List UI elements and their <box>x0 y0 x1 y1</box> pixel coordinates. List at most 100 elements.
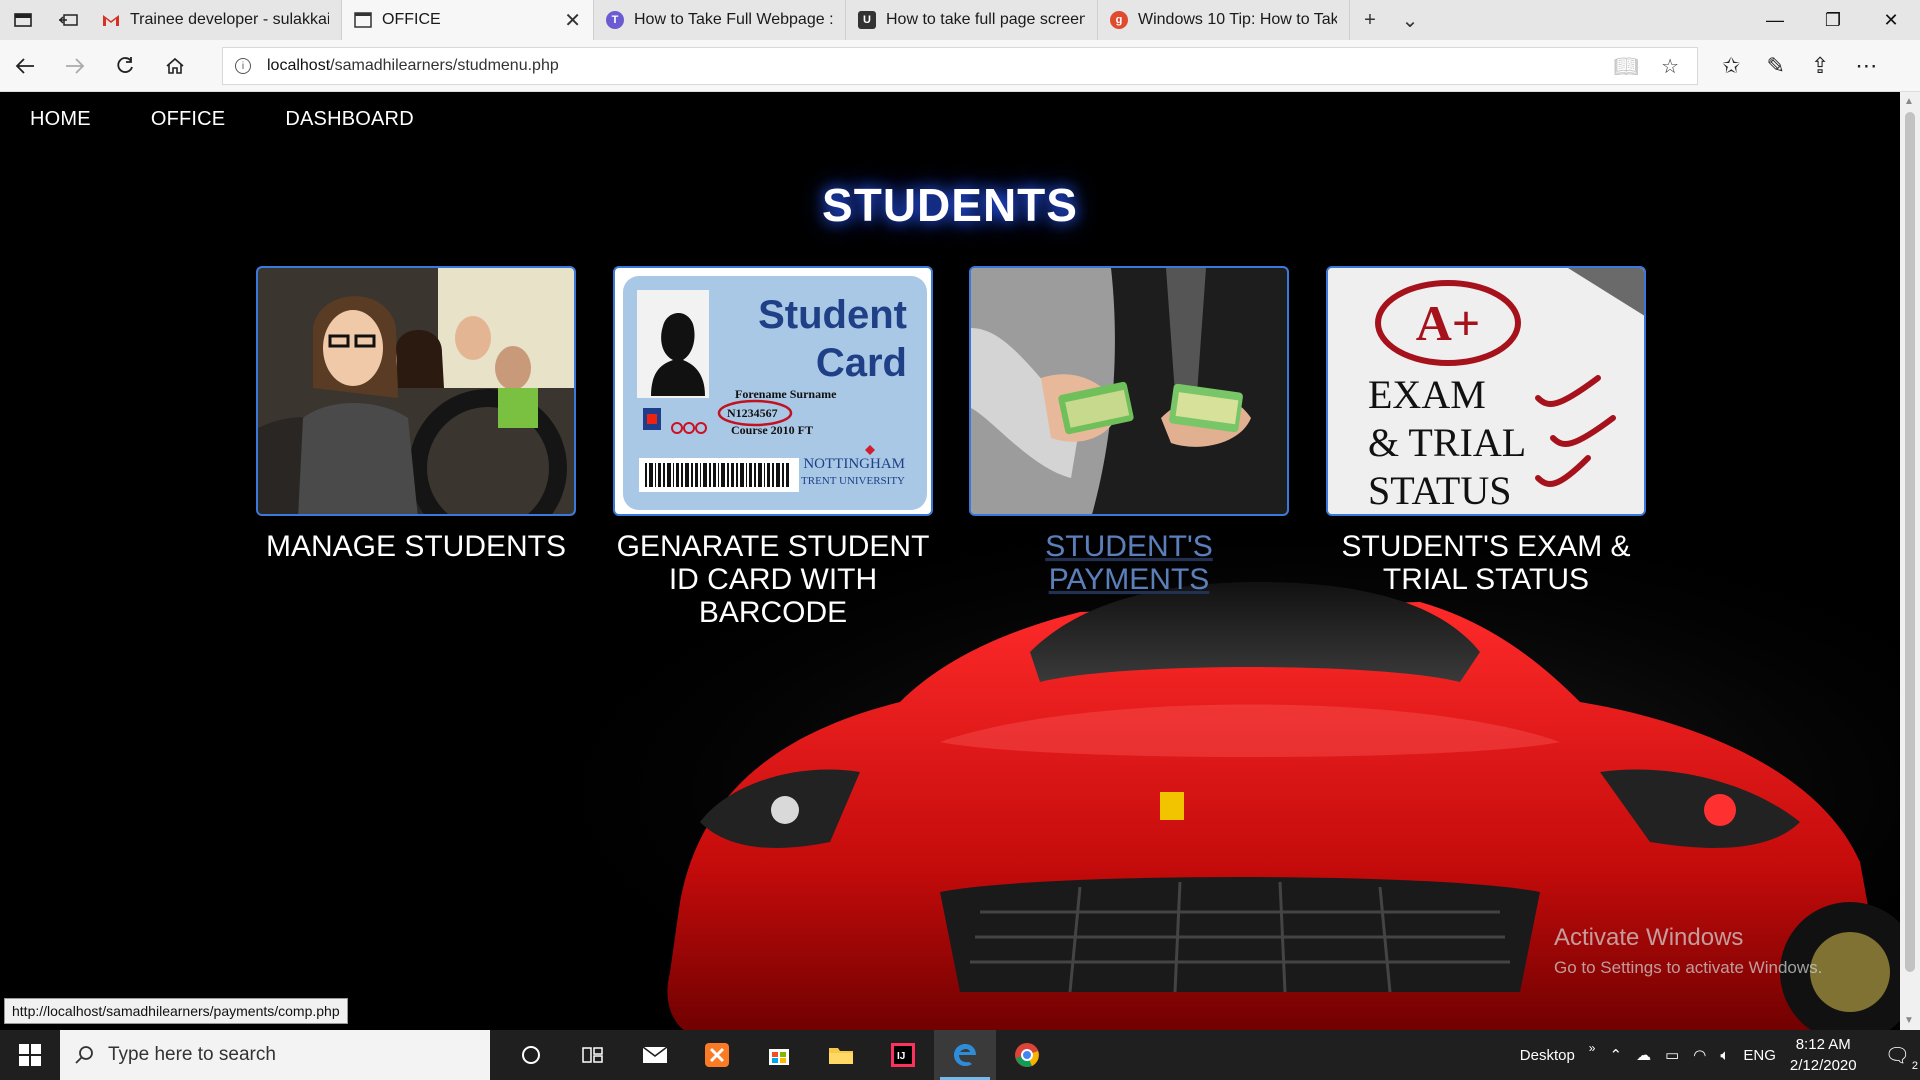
wifi-icon[interactable]: ◠ <box>1693 1046 1706 1064</box>
tab-bar: Trainee developer - sulakkai OFFICE ✕ T … <box>0 0 1920 40</box>
close-tab-icon[interactable]: ✕ <box>564 8 581 33</box>
intellij-icon[interactable]: IJ <box>872 1030 934 1080</box>
student-id-card-image[interactable]: Student Card Forename Surname N1234567 C… <box>613 266 933 516</box>
id-card-title-2: Card <box>816 341 907 385</box>
reading-view-icon[interactable]: 📖︎ <box>1614 54 1639 79</box>
clock-date: 2/12/2020 <box>1789 1057 1857 1074</box>
minimize-icon[interactable]: — <box>1746 0 1804 40</box>
scroll-down-icon[interactable]: ▼ <box>1904 1015 1914 1026</box>
tab-webpage-howto[interactable]: T How to Take Full Webpage : <box>594 0 846 40</box>
exam-line-1: EXAM <box>1368 372 1486 417</box>
tab-list-icon[interactable] <box>0 0 45 40</box>
edge-icon[interactable] <box>934 1030 996 1080</box>
page-title: STUDENTS <box>822 179 1078 231</box>
search-icon <box>75 1046 93 1064</box>
site-info-icon[interactable]: i <box>235 58 251 74</box>
tab-title: How to Take Full Webpage : <box>634 11 833 28</box>
battery-icon[interactable]: ▭ <box>1665 1046 1679 1064</box>
windows-start-icon[interactable] <box>0 1030 60 1080</box>
show-hidden-icons-icon[interactable]: ⌃ <box>1609 1046 1622 1064</box>
toolbar-expand-icon[interactable]: » <box>1589 1041 1596 1055</box>
generate-id-card-card[interactable]: Student Card Forename Surname N1234567 C… <box>613 266 933 629</box>
window-controls: — ❐ ✕ <box>1746 0 1920 40</box>
activate-windows-watermark: Activate Windows Go to Settings to activ… <box>1554 924 1822 978</box>
tab-office[interactable]: OFFICE ✕ <box>342 0 594 40</box>
search-placeholder: Type here to search <box>108 1044 276 1065</box>
watermark-title: Activate Windows <box>1554 924 1744 951</box>
scroll-up-icon[interactable]: ▲ <box>1904 96 1914 107</box>
task-view-icon[interactable] <box>562 1030 624 1080</box>
id-card-name: Forename Surname <box>735 387 837 401</box>
new-tab-icon[interactable]: + <box>1350 0 1390 40</box>
cortana-icon[interactable] <box>500 1030 562 1080</box>
desktop-toolbar[interactable]: Desktop <box>1520 1047 1575 1064</box>
language-indicator[interactable]: ENG <box>1743 1047 1776 1064</box>
id-card-title-1: Student <box>758 293 907 337</box>
tab-screenshot-howto[interactable]: U How to take full page screen <box>846 0 1098 40</box>
action-center-icon[interactable]: 🗨︎ 2 <box>1885 1043 1918 1072</box>
address-bar: i localhost/samadhilearners/studmenu.php… <box>0 40 1920 92</box>
clock[interactable]: 8:12 AM 2/12/2020 <box>1790 1034 1857 1076</box>
tab-title: Windows 10 Tip: How to Tak <box>1138 11 1337 28</box>
site-icon: g <box>1110 11 1128 29</box>
chrome-icon[interactable] <box>996 1030 1058 1080</box>
id-card-uni-2: TRENT UNIVERSITY <box>801 475 905 487</box>
mail-icon[interactable] <box>624 1030 686 1080</box>
student-payments-link[interactable]: STUDENT'S PAYMENTS <box>969 530 1289 596</box>
tab-windows-tip[interactable]: g Windows 10 Tip: How to Tak <box>1098 0 1350 40</box>
notification-count: 2 <box>1911 1059 1918 1072</box>
chevron-down-icon[interactable]: ⌄ <box>1390 0 1430 40</box>
share-icon[interactable]: ⇪ <box>1811 53 1829 79</box>
store-icon[interactable] <box>748 1030 810 1080</box>
exam-line-2: & TRIAL <box>1368 420 1526 465</box>
grade-text: A+ <box>1416 295 1481 351</box>
clock-time: 8:12 AM <box>1795 1036 1851 1053</box>
exam-trial-status-card[interactable]: A+ EXAM & TRIAL STATUS STUDENT'S EXAM & … <box>1326 266 1646 596</box>
gmail-icon <box>102 11 120 29</box>
more-icon[interactable]: ⋯ <box>1855 53 1877 79</box>
pen-icon[interactable]: ✎ <box>1766 53 1784 79</box>
top-nav: HOME OFFICE DASHBOARD <box>30 108 414 131</box>
page-scrollbar[interactable]: ▲ ▼ <box>1900 92 1920 1030</box>
restore-icon[interactable]: ❐ <box>1804 0 1862 40</box>
url-text: localhost/samadhilearners/studmenu.php <box>267 57 559 74</box>
favorites-icon[interactable]: ✩ <box>1722 53 1740 79</box>
exam-trial-status-caption[interactable]: STUDENT'S EXAM & TRIAL STATUS <box>1326 530 1646 596</box>
forward-icon[interactable] <box>50 40 100 92</box>
nav-office-link[interactable]: OFFICE <box>151 108 226 131</box>
page-icon <box>354 11 372 29</box>
tab-title: How to take full page screen <box>886 11 1085 28</box>
taskbar-search-box[interactable]: Type here to search <box>60 1030 490 1080</box>
xampp-icon[interactable] <box>686 1030 748 1080</box>
manage-students-card[interactable]: MANAGE STUDENTS <box>256 266 576 563</box>
id-card-course: Course 2010 FT <box>731 423 813 437</box>
nav-home-link[interactable]: HOME <box>30 108 91 131</box>
tab-title: OFFICE <box>382 11 441 28</box>
set-aside-tabs-icon[interactable] <box>45 0 90 40</box>
volume-icon[interactable]: 🔈︎ <box>1720 1047 1729 1064</box>
watermark-subtitle: Go to Settings to activate Windows. <box>1554 958 1823 977</box>
status-bar-url: http://localhost/samadhilearners/payment… <box>4 998 348 1024</box>
back-icon[interactable] <box>0 40 50 92</box>
onedrive-icon[interactable]: ☁ <box>1636 1046 1651 1064</box>
refresh-icon[interactable] <box>100 40 150 92</box>
manage-students-image[interactable] <box>256 266 576 516</box>
exam-trial-status-image[interactable]: A+ EXAM & TRIAL STATUS <box>1326 266 1646 516</box>
home-icon[interactable] <box>150 40 200 92</box>
manage-students-caption[interactable]: MANAGE STUDENTS <box>256 530 576 563</box>
page-viewport: HOME OFFICE DASHBOARD STUDENTS MANAGE ST… <box>0 92 1900 1030</box>
nav-dashboard-link[interactable]: DASHBOARD <box>285 108 414 131</box>
exam-line-3: STATUS <box>1368 468 1512 513</box>
url-input[interactable]: i localhost/samadhilearners/studmenu.php… <box>222 47 1698 85</box>
close-window-icon[interactable]: ✕ <box>1862 0 1920 40</box>
generate-id-card-caption[interactable]: GENARATE STUDENT ID CARD WITH BARCODE <box>613 530 933 629</box>
favorite-star-icon[interactable]: ☆ <box>1661 54 1679 79</box>
student-payments-image[interactable] <box>969 266 1289 516</box>
scrollbar-thumb[interactable] <box>1905 112 1915 972</box>
student-payments-card[interactable]: STUDENT'S PAYMENTS <box>969 266 1289 596</box>
tab-gmail[interactable]: Trainee developer - sulakkai <box>90 0 342 40</box>
file-explorer-icon[interactable] <box>810 1030 872 1080</box>
taskbar: Type here to search IJ Desktop » ⌃ ☁ ▭ ◠… <box>0 1030 1920 1080</box>
id-card-number: N1234567 <box>727 406 778 420</box>
site-icon: U <box>858 11 876 29</box>
